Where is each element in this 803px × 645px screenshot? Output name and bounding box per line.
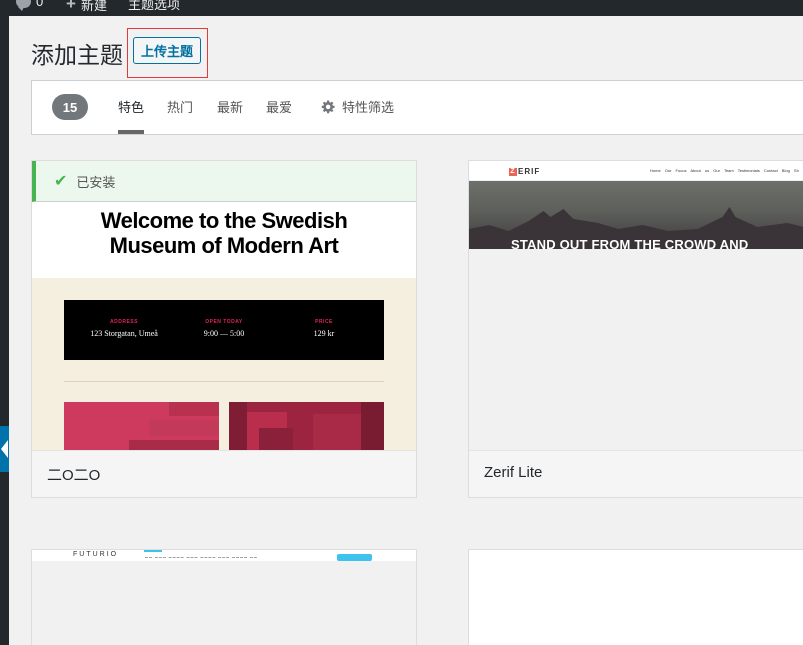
gear-icon (321, 100, 335, 114)
screenshot-empty (469, 249, 803, 450)
tab-featured[interactable]: 特色 (118, 97, 145, 134)
info-address: ADDRESS 123 Storgatan, Umeå (90, 319, 158, 338)
screenshot-nav-highlight (144, 550, 162, 552)
feature-filter-label: 特性筛选 (342, 100, 395, 115)
new-label: 新建 (80, 0, 107, 13)
admin-menu (0, 16, 9, 645)
screenshot-image-right (229, 402, 384, 450)
comments-count: 0 (36, 0, 44, 9)
screenshot-logo: Z ERIF (509, 167, 541, 176)
checkmark-icon: ✔ (54, 173, 68, 190)
installed-label: 已安装 (76, 174, 116, 190)
theme-filter-bar: 15 特色 热门 最新 最爱 特性筛选 (31, 80, 803, 135)
tab-feature-filter[interactable]: 特性筛选 (321, 97, 394, 116)
screenshot-info-box: ADDRESS 123 Storgatan, Umeå OPEN TODAY 9… (64, 300, 384, 360)
tab-latest[interactable]: 最新 (217, 97, 243, 116)
comment-bubble-icon (16, 0, 31, 11)
tab-favorites[interactable]: 最爱 (266, 97, 292, 116)
screenshot-heading: Welcome to the Swedish Museum of Modern … (32, 208, 416, 258)
info-open-today: OPEN TODAY 9:00 — 5:00 (203, 319, 245, 338)
screenshot-navbar: FUTURIO ▬▬ ▬▬▬ ▬▬▬▬ ▬▬▬ ▬▬▬▬ ▬▬▬ ▬▬▬▬ ▬▬ (32, 550, 416, 561)
theme-card-futurio[interactable]: FUTURIO ▬▬ ▬▬▬ ▬▬▬▬ ▬▬▬ ▬▬▬▬ ▬▬▬ ▬▬▬▬ ▬▬ (31, 549, 417, 645)
theme-card-4[interactable] (468, 549, 803, 645)
theme-card-twentytwenty[interactable]: ✔ 已安装 Welcome to the Swedish Museum of M… (31, 160, 417, 498)
plus-icon: + (66, 0, 76, 13)
screenshot-heading-line1: Welcome to the Swedish (100, 208, 348, 233)
theme-name: 二O二O (32, 450, 416, 497)
current-menu-arrow-icon (0, 426, 9, 472)
screenshot-divider (64, 381, 384, 382)
screenshot-navbar: Z ERIF Home Our Focus About us Our Team … (469, 161, 803, 181)
installed-notice: ✔ 已安装 (32, 161, 416, 202)
screenshot-badge (337, 554, 372, 561)
page-title: 添加主题 (31, 42, 123, 68)
screenshot-nav-links: Home Our Focus About us Our Team Testimo… (650, 168, 799, 173)
admin-bar-new[interactable]: + 新建 (66, 0, 107, 14)
screenshot-heading-line2: Museum of Modern Art (109, 233, 339, 258)
theme-card-zerif-lite[interactable]: Z ERIF Home Our Focus About us Our Team … (468, 160, 803, 498)
theme-name: Zerif Lite (469, 450, 803, 497)
admin-bar: 0 + 新建 主题选项 (0, 0, 803, 16)
admin-bar-theme-options[interactable]: 主题选项 (128, 0, 180, 13)
theme-screenshot[interactable]: Welcome to the Swedish Museum of Modern … (32, 161, 416, 450)
info-price: PRICE 129 kr (313, 319, 335, 338)
screenshot-logo: FUTURIO (73, 551, 119, 558)
upload-theme-button[interactable]: 上传主题 (133, 37, 201, 64)
theme-count-badge: 15 (52, 94, 88, 120)
screenshot-image-left (64, 402, 219, 450)
tab-popular[interactable]: 热门 (167, 97, 193, 116)
theme-options-label: 主题选项 (128, 0, 181, 12)
screenshot-nav-links: ▬▬ ▬▬▬ ▬▬▬▬ ▬▬▬ ▬▬▬▬ ▬▬▬ ▬▬▬▬ ▬▬ (145, 555, 258, 559)
theme-screenshot[interactable]: Z ERIF Home Our Focus About us Our Team … (469, 161, 803, 450)
admin-bar-comments[interactable]: 0 (16, 0, 44, 11)
